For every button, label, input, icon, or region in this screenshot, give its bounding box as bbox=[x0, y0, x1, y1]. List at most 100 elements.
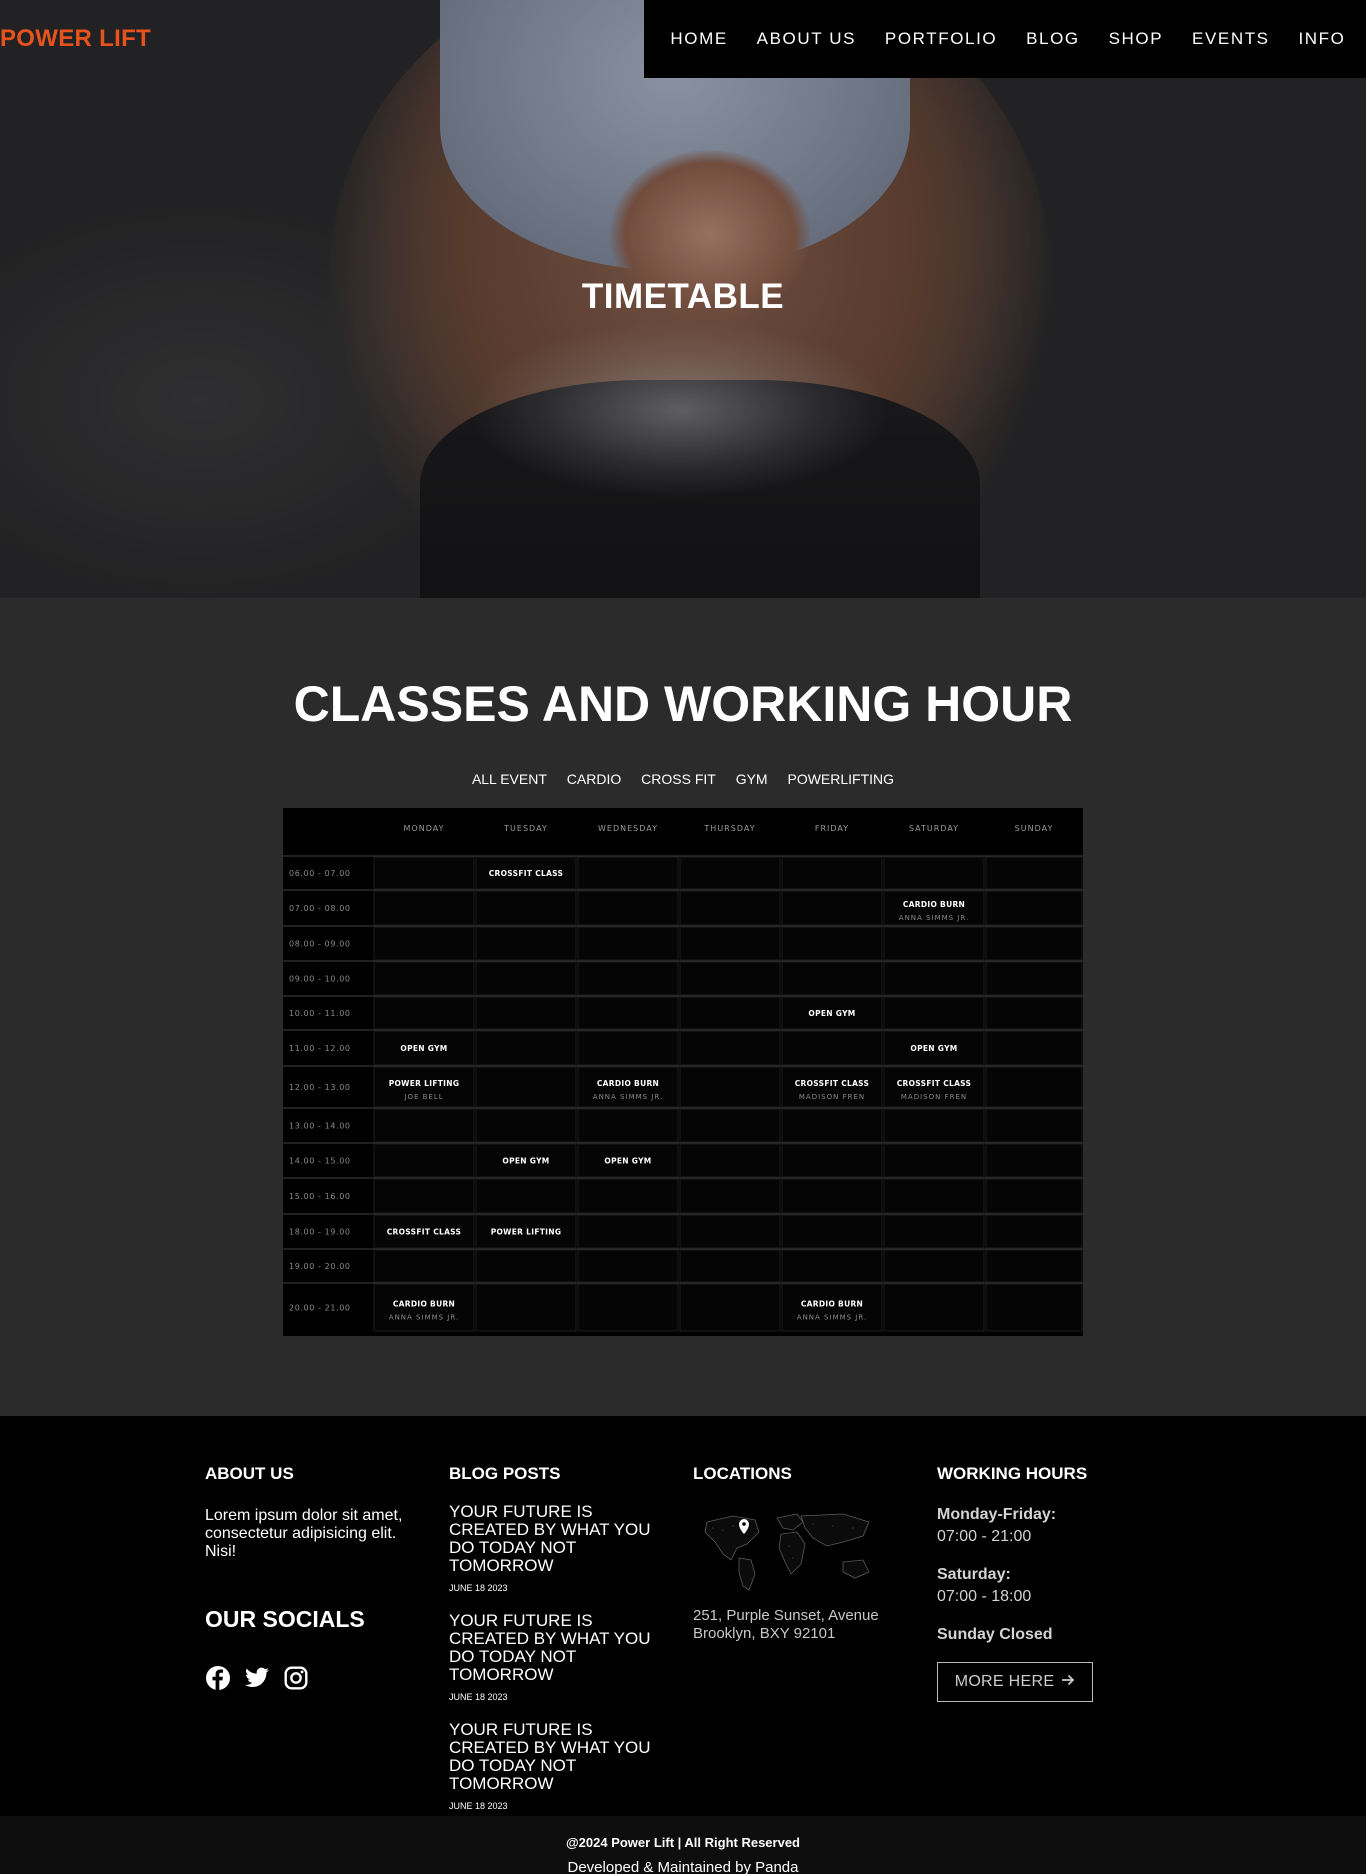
time-label: 10.00 - 11.00 bbox=[289, 1009, 351, 1018]
timetable-cell bbox=[985, 1066, 1083, 1108]
timetable-cell bbox=[679, 1178, 781, 1214]
footer-blog: BLOG POSTS YOUR FUTURE IS CREATED BY WHA… bbox=[449, 1464, 671, 1811]
event-trainer: MADISON FREN bbox=[799, 1093, 865, 1101]
day-header: FRIDAY bbox=[815, 824, 849, 833]
timetable-cell bbox=[883, 961, 985, 996]
event-title: CARDIO BURN bbox=[597, 1079, 659, 1088]
timetable-cell bbox=[577, 1283, 679, 1332]
twitter-icon[interactable] bbox=[244, 1665, 270, 1691]
timetable-cell bbox=[475, 1249, 577, 1283]
time-label: 18.00 - 19.00 bbox=[289, 1228, 351, 1237]
event-title: OPEN GYM bbox=[808, 1009, 855, 1018]
blog-post-date: JUNE 18 2023 bbox=[449, 1583, 508, 1593]
location-address: 251, Purple Sunset, Avenue Brooklyn, BXY… bbox=[693, 1607, 879, 1642]
site-logo[interactable]: POWER LIFT bbox=[0, 25, 151, 53]
more-here-label: MORE HERE bbox=[954, 1673, 1055, 1690]
timetable-cell bbox=[679, 996, 781, 1030]
nav-info[interactable]: INFO bbox=[1298, 29, 1345, 49]
timetable-cell bbox=[679, 1030, 781, 1066]
day-header: MONDAY bbox=[404, 824, 445, 833]
nav-events[interactable]: EVENTS bbox=[1192, 29, 1270, 49]
footer-about: ABOUT US Lorem ipsum dolor sit amet, con… bbox=[205, 1464, 415, 1561]
blog-post[interactable]: YOUR FUTURE IS CREATED BY WHAT YOU DO TO… bbox=[449, 1503, 671, 1594]
timetable-cell bbox=[577, 856, 679, 890]
timetable-cell bbox=[781, 926, 883, 961]
timetable-cell bbox=[883, 1143, 985, 1178]
time-label: 09.00 - 10.00 bbox=[289, 975, 351, 984]
developer-credit: Developed & Maintained by Panda bbox=[567, 1859, 799, 1874]
filter-cardio[interactable]: CARDIO bbox=[567, 771, 621, 787]
timetable-cell bbox=[781, 1178, 883, 1214]
timetable-cell bbox=[679, 1108, 781, 1143]
filter-gym[interactable]: GYM bbox=[736, 771, 768, 787]
filter-all-event[interactable]: ALL EVENT bbox=[472, 771, 547, 787]
saturday-label: Saturday: bbox=[937, 1566, 1011, 1583]
blog-post-title[interactable]: YOUR FUTURE IS CREATED BY WHAT YOU DO TO… bbox=[449, 1503, 671, 1575]
bottom-bar: @2024 Power Lift | All Right Reserved De… bbox=[0, 1816, 1366, 1874]
timetable-cell bbox=[883, 1214, 985, 1249]
time-label: 14.00 - 15.00 bbox=[289, 1157, 351, 1166]
event-title: OPEN GYM bbox=[502, 1157, 549, 1166]
event-title: POWER LIFTING bbox=[389, 1079, 460, 1088]
nav-portfolio[interactable]: PORTFOLIO bbox=[885, 29, 997, 49]
timetable-cell bbox=[475, 890, 577, 926]
timetable-cell bbox=[781, 890, 883, 926]
timetable-cell bbox=[373, 1249, 475, 1283]
timetable-cell bbox=[883, 856, 985, 890]
footer-blog-heading: BLOG POSTS bbox=[449, 1464, 561, 1483]
timetable-cell bbox=[577, 1249, 679, 1283]
nav-blog[interactable]: BLOG bbox=[1026, 29, 1080, 49]
timetable-cell bbox=[373, 1143, 475, 1178]
nav-about-us[interactable]: ABOUT US bbox=[757, 29, 856, 49]
saturday-time: 07:00 - 18:00 bbox=[937, 1588, 1032, 1605]
timetable-cell bbox=[985, 1283, 1083, 1332]
timetable-cell bbox=[373, 856, 475, 890]
event-title: POWER LIFTING bbox=[491, 1228, 562, 1237]
timetable-cell bbox=[985, 996, 1083, 1030]
timetable-cell bbox=[985, 961, 1083, 996]
event-trainer: JOE BELL bbox=[403, 1093, 443, 1101]
timetable-cell bbox=[985, 890, 1083, 926]
footer-hours-heading: WORKING HOURS bbox=[937, 1464, 1088, 1483]
timetable-cell bbox=[985, 1178, 1083, 1214]
time-label: 15.00 - 16.00 bbox=[289, 1192, 351, 1201]
facebook-icon[interactable] bbox=[205, 1665, 231, 1691]
timetable-cell bbox=[577, 1030, 679, 1066]
timetable-cell bbox=[577, 1178, 679, 1214]
timetable-cell bbox=[781, 961, 883, 996]
timetable-cell bbox=[475, 1283, 577, 1332]
nav-shop[interactable]: SHOP bbox=[1109, 29, 1164, 49]
timetable-cell bbox=[577, 926, 679, 961]
timetable-cell bbox=[475, 1066, 577, 1108]
timetable-cell bbox=[781, 1214, 883, 1249]
event-title: CROSSFIT CLASS bbox=[795, 1079, 870, 1088]
event-title: CROSSFIT CLASS bbox=[489, 869, 564, 878]
blog-post[interactable]: YOUR FUTURE IS CREATED BY WHAT YOU DO TO… bbox=[449, 1612, 671, 1703]
timetable-cell bbox=[373, 996, 475, 1030]
timetable-cell bbox=[781, 1108, 883, 1143]
timetable-cell bbox=[679, 1249, 781, 1283]
page-title: TIMETABLE bbox=[581, 277, 785, 316]
instagram-icon[interactable] bbox=[283, 1665, 309, 1691]
more-here-button[interactable]: MORE HERE bbox=[937, 1662, 1093, 1702]
blog-post-date: JUNE 18 2023 bbox=[449, 1692, 508, 1702]
weekday-label: Monday-Friday: bbox=[937, 1506, 1057, 1523]
day-header: WEDNESDAY bbox=[598, 824, 658, 833]
section-title: CLASSES AND WORKING HOUR bbox=[293, 676, 1073, 732]
blog-post[interactable]: YOUR FUTURE IS CREATED BY WHAT YOU DO TO… bbox=[449, 1721, 671, 1812]
time-label: 13.00 - 14.00 bbox=[289, 1122, 351, 1131]
timetable-cell bbox=[475, 1178, 577, 1214]
timetable-filters: ALL EVENT CARDIO CROSS FIT GYM POWERLIFT… bbox=[0, 771, 1366, 787]
filter-powerlifting[interactable]: POWERLIFTING bbox=[787, 771, 894, 787]
timetable-cell bbox=[883, 996, 985, 1030]
sunday-label: Sunday Closed bbox=[937, 1626, 1053, 1643]
blog-post-title[interactable]: YOUR FUTURE IS CREATED BY WHAT YOU DO TO… bbox=[449, 1721, 671, 1793]
timetable-cell bbox=[883, 1108, 985, 1143]
timetable-cell bbox=[577, 1214, 679, 1249]
time-label: 11.00 - 12.00 bbox=[289, 1044, 351, 1053]
filter-cross-fit[interactable]: CROSS FIT bbox=[641, 771, 716, 787]
blog-post-title[interactable]: YOUR FUTURE IS CREATED BY WHAT YOU DO TO… bbox=[449, 1612, 671, 1684]
timetable-cell bbox=[985, 1214, 1083, 1249]
nav-home[interactable]: HOME bbox=[670, 29, 727, 49]
timetable-cell bbox=[679, 1143, 781, 1178]
